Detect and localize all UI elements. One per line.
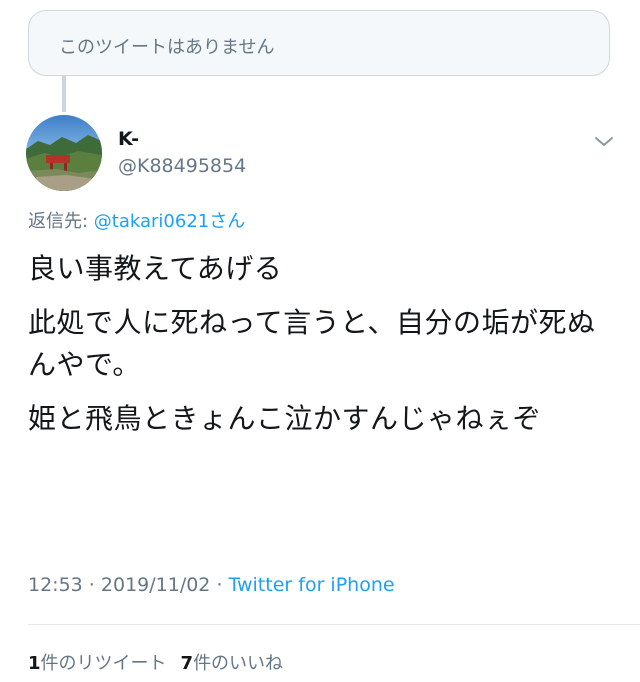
reply-to-prefix: 返信先: <box>28 211 94 232</box>
tweet-line-3: 姫と飛鳥ときょんこ泣かすんじゃねぇぞ <box>28 402 542 435</box>
likes-count: 7 <box>180 653 194 674</box>
likes-stat[interactable]: 7件のいいね <box>181 653 284 674</box>
chevron-down-icon[interactable] <box>592 132 616 152</box>
tweet-stats: 1件のリツイート 7件のいいね <box>28 649 283 675</box>
divider <box>28 624 640 625</box>
tweet-metadata: 12:53 · 2019/11/02 · Twitter for iPhone <box>28 574 395 596</box>
tweet-line-1: 良い事教えてあげる <box>28 252 283 285</box>
meta-separator: · <box>82 574 101 596</box>
tweet-source-link[interactable]: Twitter for iPhone <box>229 574 395 596</box>
retweets-stat[interactable]: 1件のリツイート <box>28 653 167 674</box>
avatar[interactable] <box>26 115 102 191</box>
reply-to-mention-link[interactable]: @takari0621さん <box>94 211 245 232</box>
unavailable-tweet-text: このツイートはありません <box>59 37 275 58</box>
retweets-label: 件のリツイート <box>40 653 167 674</box>
avatar-image <box>26 115 102 191</box>
tweet-line-2: 此処で人に死ねって言うと、自分の垢が死ぬんやで。 <box>28 306 596 381</box>
author-display-name[interactable]: K- <box>118 128 139 150</box>
unavailable-tweet-card: このツイートはありません <box>28 10 610 76</box>
author-handle[interactable]: @K88495854 <box>118 155 246 177</box>
reply-to-line: 返信先: @takari0621さん <box>28 207 245 233</box>
likes-label: 件のいいね <box>193 653 284 674</box>
tweet-body: 良い事教えてあげる 此処で人に死ねって言うと、自分の垢が死ぬんやで。 姫と飛鳥と… <box>28 248 618 452</box>
tweet-date: 2019/11/02 <box>100 574 211 596</box>
tweet-time: 12:53 <box>28 574 83 596</box>
meta-separator: · <box>210 574 229 596</box>
thread-connector-line <box>62 76 66 112</box>
retweets-count: 1 <box>28 653 41 674</box>
